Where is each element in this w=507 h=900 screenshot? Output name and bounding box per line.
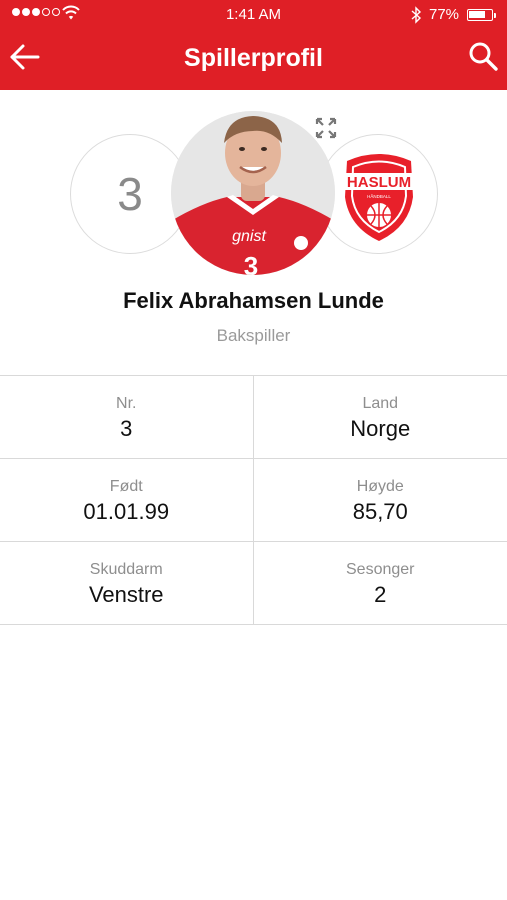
stat-value: 01.01.99 [83,499,170,524]
stat-value: 2 [374,582,387,607]
battery-tip [494,13,496,18]
club-logo-badge: HASLUM HÅNDBALL [318,134,438,254]
stat-label: Høyde [356,478,404,495]
stat-row: Født 01.01.99 Høyde 85,70 [0,459,507,542]
stat-cell-number: Nr. 3 [0,376,254,458]
page-title: Spillerprofil [184,44,323,72]
svg-text:gnist: gnist [232,228,266,245]
stat-value: 85,70 [352,499,408,524]
stat-cell-seasons: Sesonger 2 [254,542,507,624]
expand-icon [315,117,337,139]
bluetooth-icon [411,6,422,24]
club-logo-subtext: HÅNDBALL [367,193,391,199]
stat-row: Nr. 3 Land Norge [0,376,507,459]
expand-photo-button[interactable] [315,117,337,139]
player-name: Felix Abrahamsen Lunde [123,288,384,313]
svg-text:3: 3 [244,251,258,275]
player-position: Bakspiller [216,326,291,345]
battery-level-fill [469,11,485,18]
stat-label: Land [362,395,399,412]
stat-label: Født [109,478,143,495]
club-logo: HASLUM HÅNDBALL [339,154,419,241]
status-bar: 1:41 AM 77% [0,0,507,30]
stat-value: 3 [120,416,133,441]
stat-label: Skuddarm [89,561,163,578]
search-icon [469,42,498,71]
stat-cell-born: Født 01.01.99 [0,459,254,541]
app-header: 1:41 AM 77% Spillerprofil [0,0,507,90]
stat-value: Venstre [88,582,164,607]
stat-value: Norge [350,416,411,441]
stat-cell-height: Høyde 85,70 [254,459,507,541]
player-stats-table: Nr. 3 Land Norge Født 01.01.99 Høyde 85,… [0,375,507,625]
stat-cell-country: Land Norge [254,376,507,458]
club-logo-text: HASLUM [347,174,411,191]
stat-row: Skuddarm Venstre Sesonger 2 [0,542,507,625]
player-photo: gnist 3 [171,111,335,275]
stat-label: Sesonger [346,561,415,578]
battery-percent: 77% [429,6,460,23]
stat-label: Nr. [116,395,137,412]
search-button[interactable] [466,40,500,74]
battery-icon [467,9,493,21]
stat-cell-shooting-arm: Skuddarm Venstre [0,542,254,624]
player-photo-image: gnist 3 [171,111,335,275]
